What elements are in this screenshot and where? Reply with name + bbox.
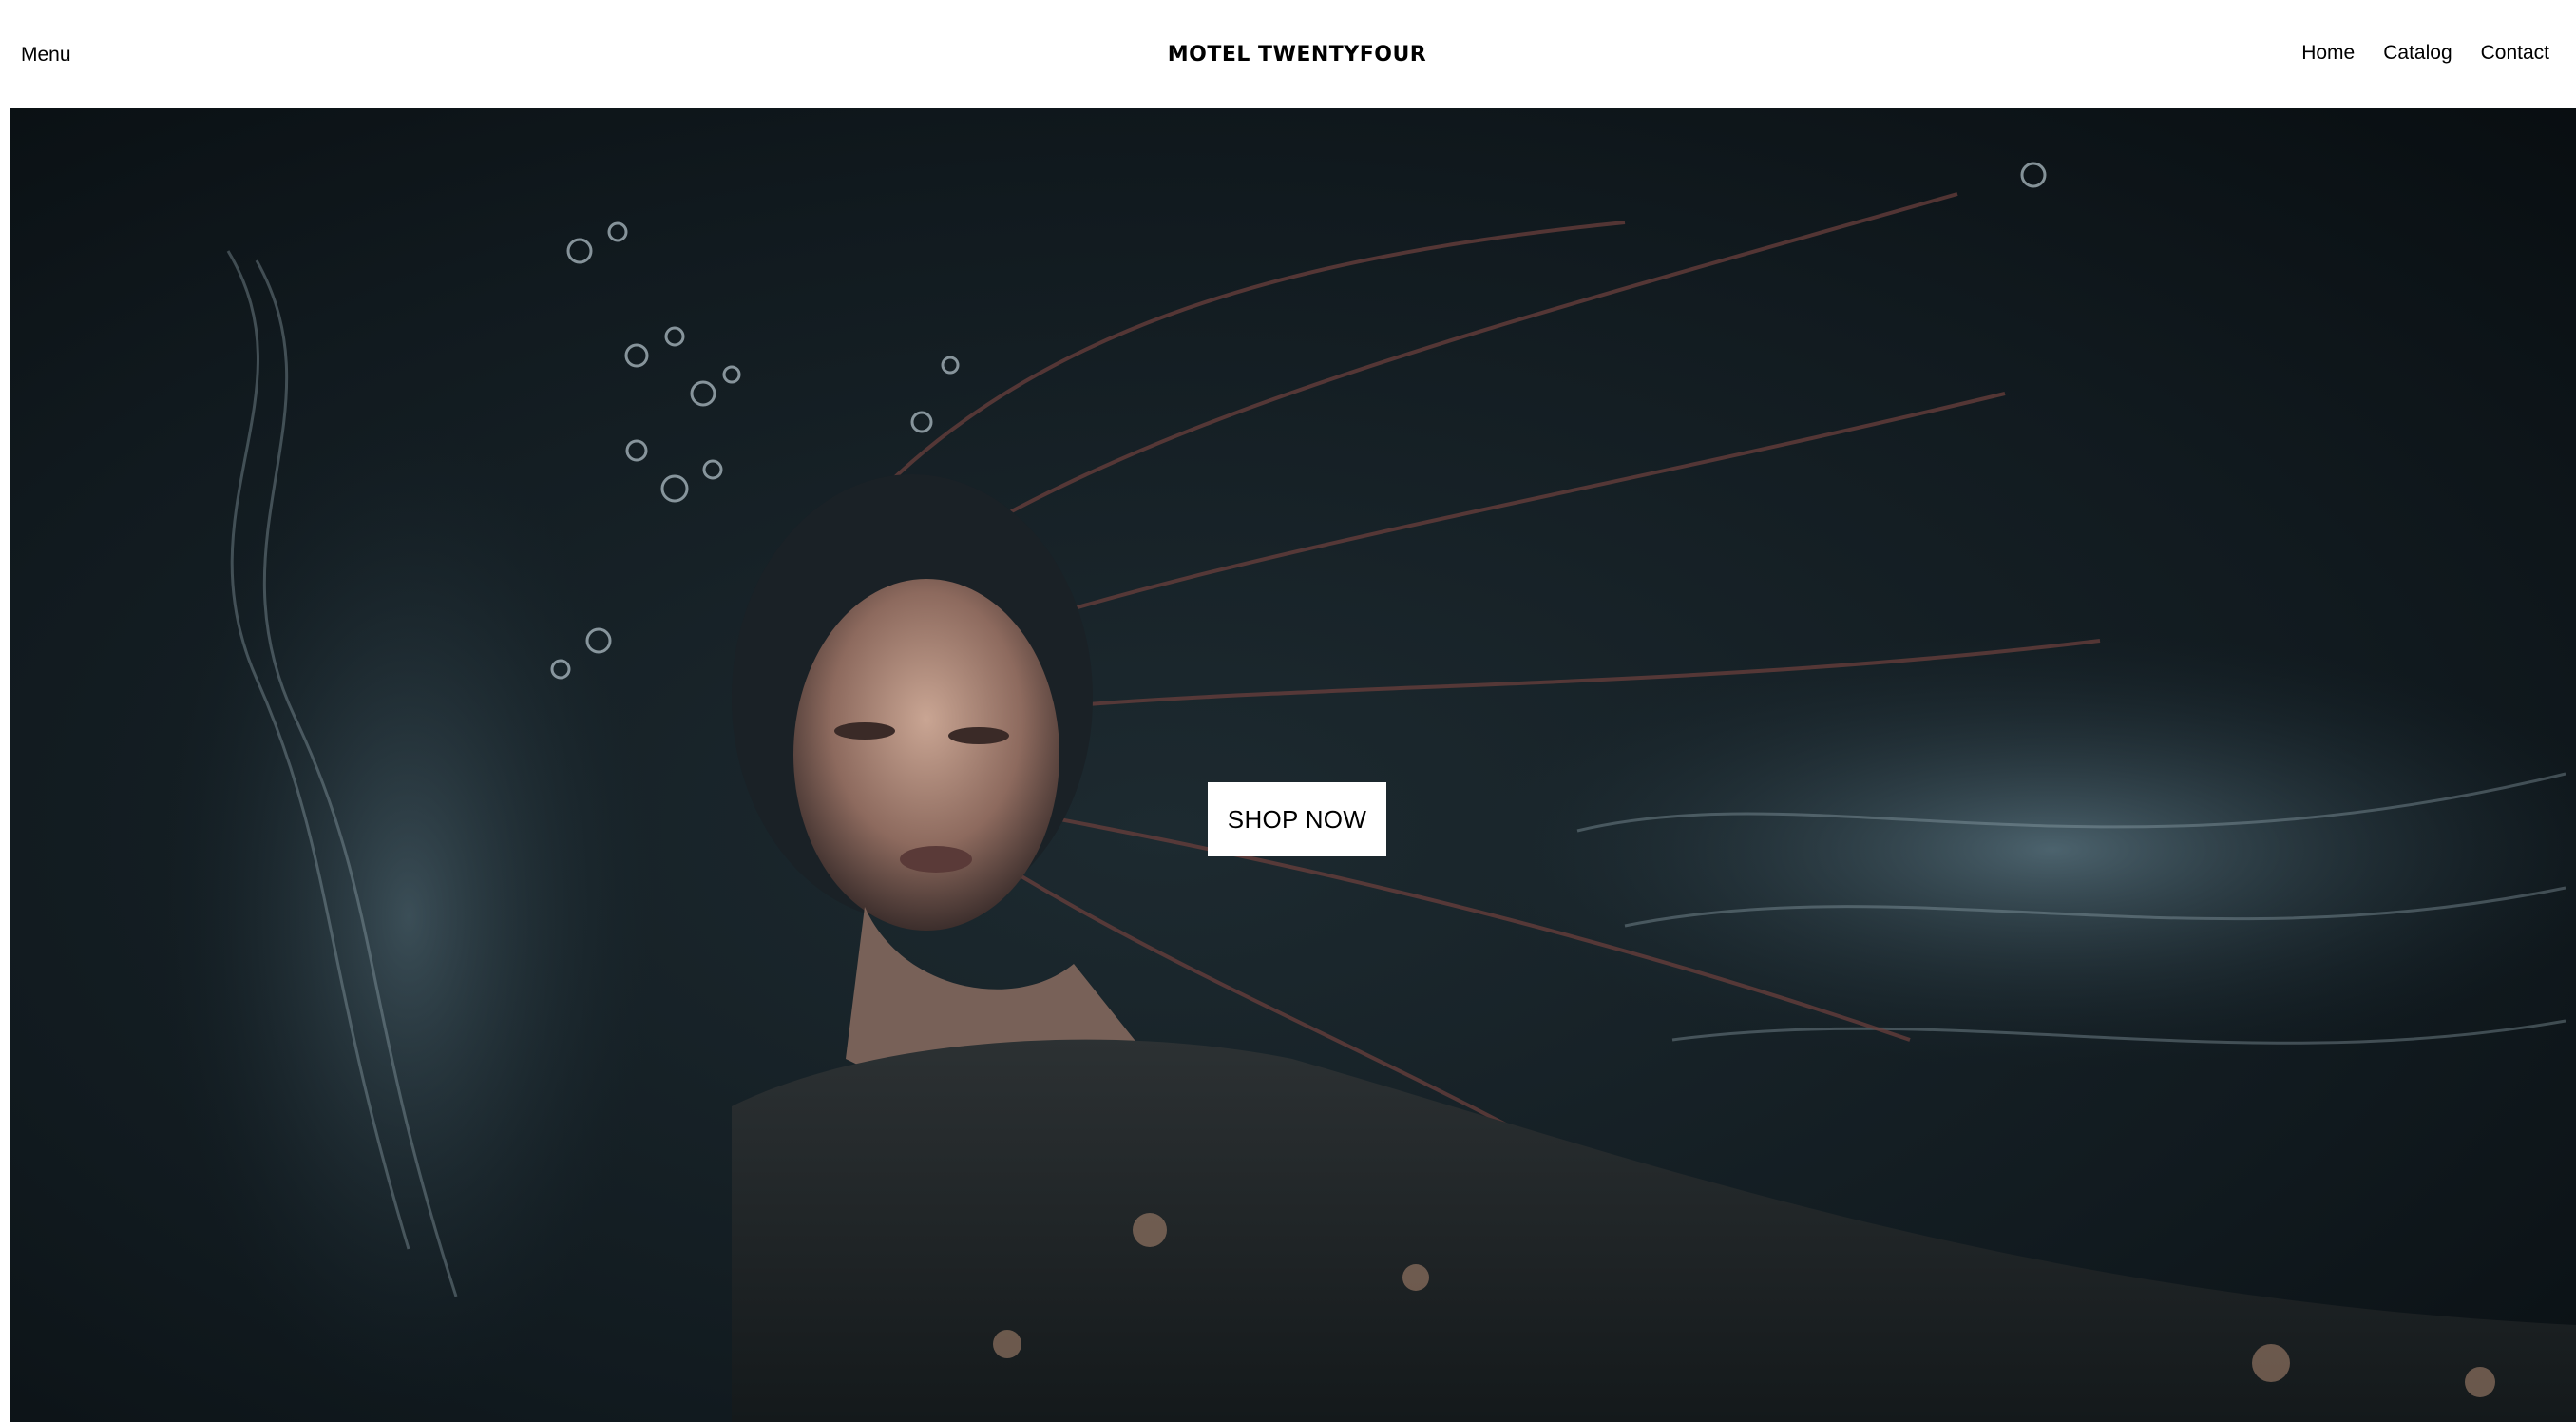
site-header: Menu MOTEL TWENTYFOUR Home Catalog Conta… [0,0,2576,108]
nav-home-link[interactable]: Home [2301,42,2355,65]
brand-logo[interactable]: MOTEL TWENTYFOUR [0,43,2576,67]
hero-image [10,108,2576,1422]
hero-banner: SHOP NOW [10,108,2576,1422]
nav-contact-link[interactable]: Contact [2481,42,2549,65]
nav-catalog-link[interactable]: Catalog [2383,42,2452,65]
main-nav: Home Catalog Contact [2301,42,2549,65]
shop-now-button[interactable]: SHOP NOW [1208,782,1386,856]
